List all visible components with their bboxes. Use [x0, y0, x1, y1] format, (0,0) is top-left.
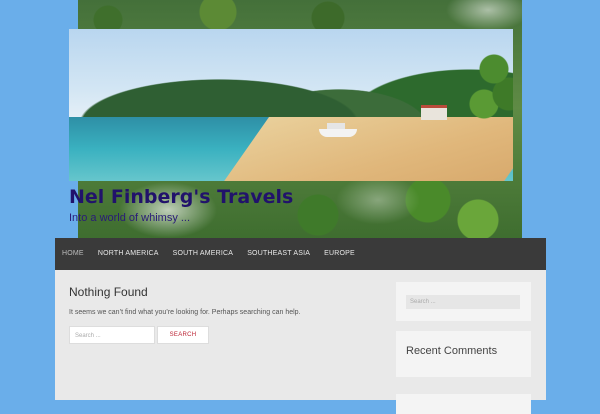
beach-palms [464, 49, 513, 129]
recent-comments-widget: Recent Comments [396, 331, 531, 377]
nav-item-home[interactable]: HOME [55, 238, 91, 270]
site-tagline: Into a world of whimsy ... [69, 212, 191, 224]
content-area: Nothing Found It seems we can’t find wha… [55, 270, 546, 414]
recent-comments-title: Recent Comments [406, 345, 498, 357]
sidebar-search-widget: Search ... [396, 282, 531, 321]
site-title[interactable]: Nel Finberg's Travels [69, 186, 293, 208]
main-search-form: Search ... SEARCH [69, 326, 209, 344]
nav-item-north-america[interactable]: NORTH AMERICA [91, 238, 166, 270]
main-navigation: HOME NORTH AMERICA SOUTH AMERICA SOUTHEA… [55, 238, 546, 270]
sidebar-search-input[interactable]: Search ... [406, 295, 520, 309]
search-button[interactable]: SEARCH [157, 326, 209, 344]
main-content: Nothing Found It seems we can’t find wha… [69, 285, 369, 344]
sidebar-widget [396, 394, 531, 414]
not-found-message: It seems we can’t find what you’re looki… [69, 309, 301, 316]
beach-house [421, 105, 447, 120]
nav-item-south-america[interactable]: SOUTH AMERICA [166, 238, 241, 270]
nav-item-europe[interactable]: EUROPE [317, 238, 362, 270]
main-search-input[interactable]: Search ... [69, 326, 155, 344]
beach-boat [319, 123, 357, 137]
sidebar: Search ... Recent Comments [396, 282, 531, 414]
page-title: Nothing Found [69, 285, 148, 299]
header-beach-image [69, 29, 513, 181]
nav-item-southeast-asia[interactable]: SOUTHEAST ASIA [240, 238, 317, 270]
